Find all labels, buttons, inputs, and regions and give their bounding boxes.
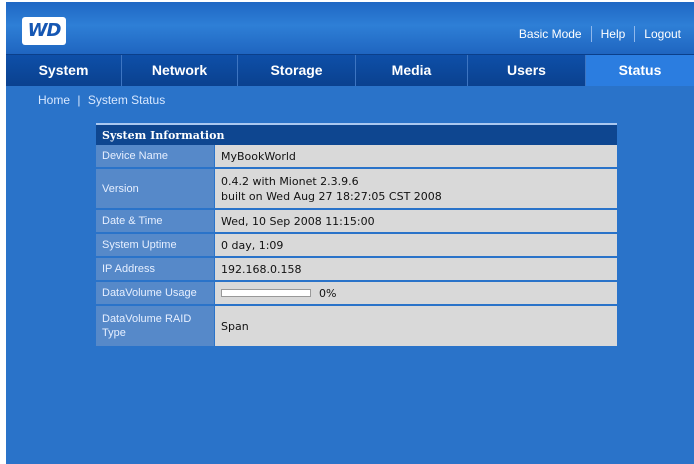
datavolume-raid-type-label: DataVolume RAID Type: [96, 306, 214, 346]
breadcrumb-current: System Status: [87, 93, 166, 107]
tab-system[interactable]: System: [6, 55, 122, 86]
usage-percent-text: 0%: [319, 286, 337, 300]
app-window: WD Basic Mode Help Logout System Network…: [6, 2, 694, 464]
version-value: 0.4.2 with Mionet 2.3.9.6 built on Wed A…: [214, 169, 617, 208]
date-time-label: Date & Time: [96, 210, 214, 232]
breadcrumb-home[interactable]: Home: [38, 93, 70, 107]
tab-users[interactable]: Users: [468, 55, 586, 86]
tab-status[interactable]: Status: [586, 55, 694, 86]
system-information-panel: System Information Device Name MyBookWor…: [96, 123, 617, 346]
device-name-label: Device Name: [96, 145, 214, 167]
panel-title: System Information: [96, 123, 617, 145]
help-link[interactable]: Help: [592, 27, 635, 41]
version-line-1: 0.4.2 with Mionet 2.3.9.6: [221, 174, 359, 188]
basic-mode-link[interactable]: Basic Mode: [510, 27, 591, 41]
datavolume-usage-value: 0%: [214, 282, 617, 304]
row-ip-address: IP Address 192.168.0.158: [96, 258, 617, 282]
tab-media[interactable]: Media: [356, 55, 468, 86]
version-label: Version: [96, 169, 214, 208]
breadcrumb-separator: |: [77, 93, 81, 107]
system-uptime-value: 0 day, 1:09: [214, 234, 617, 256]
row-datavolume-usage: DataVolume Usage 0%: [96, 282, 617, 306]
tab-storage[interactable]: Storage: [238, 55, 356, 86]
system-uptime-label: System Uptime: [96, 234, 214, 256]
ip-address-value: 192.168.0.158: [214, 258, 617, 280]
header: WD Basic Mode Help Logout: [6, 2, 694, 54]
breadcrumb: Home | System Status: [38, 93, 165, 107]
wd-logo: WD: [22, 17, 66, 45]
row-version: Version 0.4.2 with Mionet 2.3.9.6 built …: [96, 169, 617, 210]
usage-progress-bar: [221, 289, 311, 297]
ip-address-label: IP Address: [96, 258, 214, 280]
top-links: Basic Mode Help Logout: [510, 25, 690, 43]
date-time-value: Wed, 10 Sep 2008 11:15:00: [214, 210, 617, 232]
device-name-value: MyBookWorld: [214, 145, 617, 167]
row-device-name: Device Name MyBookWorld: [96, 145, 617, 169]
tab-network[interactable]: Network: [122, 55, 238, 86]
main-nav: System Network Storage Media Users Statu…: [6, 54, 694, 86]
version-line-2: built on Wed Aug 27 18:27:05 CST 2008: [221, 189, 442, 203]
row-system-uptime: System Uptime 0 day, 1:09: [96, 234, 617, 258]
row-datavolume-raid-type: DataVolume RAID Type Span: [96, 306, 617, 346]
datavolume-raid-type-value: Span: [214, 306, 617, 346]
logout-link[interactable]: Logout: [635, 27, 690, 41]
row-date-time: Date & Time Wed, 10 Sep 2008 11:15:00: [96, 210, 617, 234]
datavolume-usage-label: DataVolume Usage: [96, 282, 214, 304]
